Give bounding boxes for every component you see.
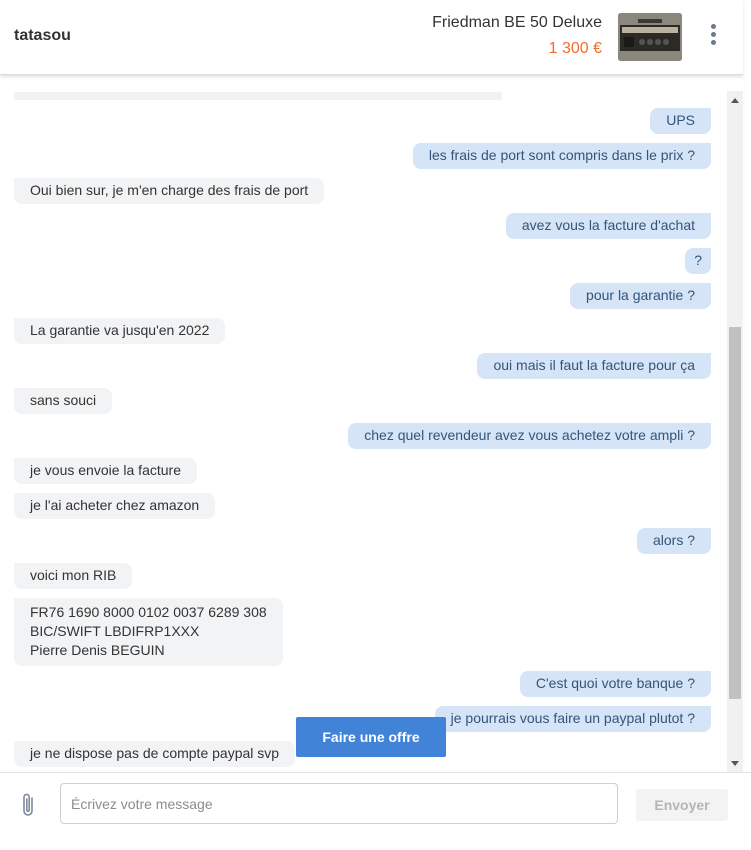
message-sent: alors ? — [636, 528, 711, 554]
scrollbar-thumb[interactable] — [729, 327, 741, 699]
message-sent: chez quel revendeur avez vous achetez vo… — [348, 423, 711, 449]
message-sent: ? — [685, 248, 711, 274]
scrollbar[interactable] — [727, 91, 743, 772]
paperclip-icon[interactable] — [19, 791, 39, 819]
contact-name[interactable]: tatasou — [14, 27, 71, 45]
send-button[interactable]: Envoyer — [636, 789, 728, 821]
scroll-up-arrow-icon[interactable] — [731, 98, 739, 103]
product-price: 1 300 € — [548, 40, 602, 57]
message-sent: avez vous la facture d'achat — [505, 213, 711, 239]
message-sent: oui mais il faut la facture pour ça — [477, 353, 711, 379]
amplifier-image — [618, 13, 682, 61]
message-sent: UPS — [650, 108, 711, 134]
product-title[interactable]: Friedman BE 50 Deluxe — [432, 14, 602, 32]
product-thumbnail[interactable] — [618, 13, 682, 61]
message-sent: pour la garantie ? — [570, 283, 711, 309]
message-received: je l'ai acheter chez amazon — [14, 493, 216, 519]
message-received: La garantie va jusqu'en 2022 — [14, 318, 226, 344]
message-received: je vous envoie la facture — [14, 458, 197, 484]
message-received: FR76 1690 8000 0102 0037 6289 308 BIC/SW… — [14, 598, 283, 666]
message-received: voici mon RIB — [14, 563, 133, 589]
scroll-down-arrow-icon[interactable] — [731, 761, 739, 766]
more-vertical-icon[interactable] — [703, 24, 723, 50]
conversation-header: tatasou Friedman BE 50 Deluxe 1 300 € — [0, 0, 743, 75]
make-offer-button[interactable]: Faire une offre — [296, 717, 446, 757]
message-received: sans souci — [14, 388, 113, 414]
message-composer: Envoyer — [0, 772, 751, 850]
message-list[interactable]: UPS les frais de port sont compris dans … — [0, 75, 727, 772]
message-received: je ne dispose pas de compte paypal svp — [14, 741, 296, 767]
message-input[interactable] — [60, 783, 618, 824]
truncated-message — [14, 92, 502, 100]
message-sent: les frais de port sont compris dans le p… — [412, 143, 711, 169]
message-sent: je pourrais vous faire un paypal plutot … — [434, 706, 711, 732]
message-sent: C'est quoi votre banque ? — [519, 671, 711, 697]
message-received: Oui bien sur, je m'en charge des frais d… — [14, 178, 325, 204]
